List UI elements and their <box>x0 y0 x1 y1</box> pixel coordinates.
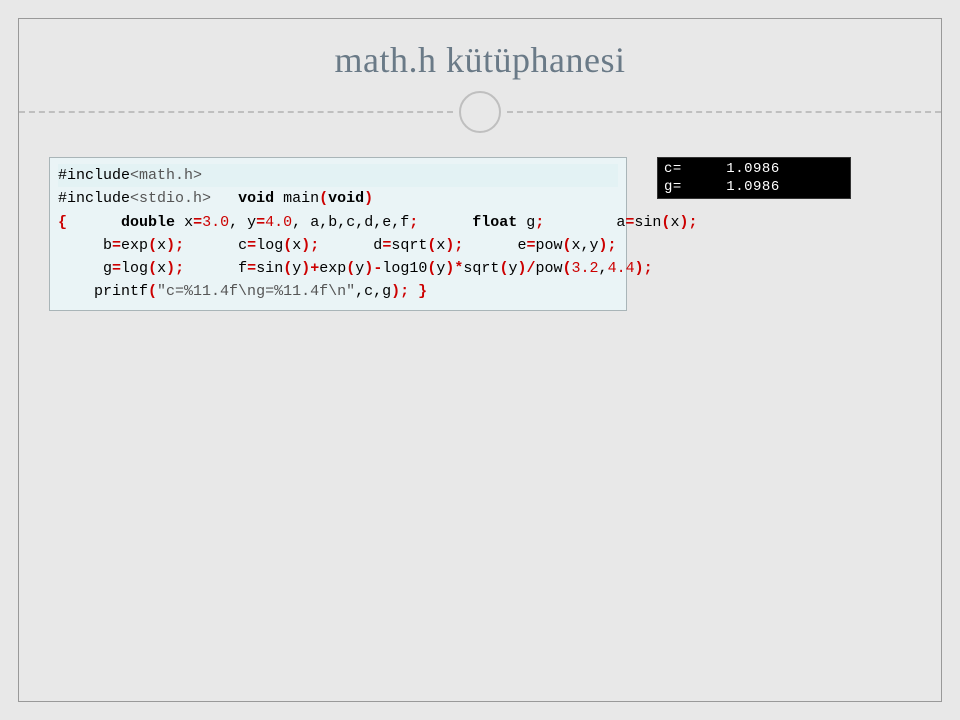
code-line-sig: void main(void) <box>238 190 373 207</box>
dashes-right <box>507 111 941 113</box>
code-a: a=sin(x); <box>571 214 697 231</box>
slide-title: math.h kütüphanesi <box>19 39 941 81</box>
dashes-left <box>19 111 453 113</box>
code-b: b=exp(x); <box>58 237 184 254</box>
code-box: #include<math.h> #include<stdio.h> void … <box>49 157 627 311</box>
code-d: d=sqrt(x); <box>328 237 463 254</box>
content-area: #include<math.h> #include<stdio.h> void … <box>19 133 941 311</box>
console-line-1: c= 1.0986 <box>664 161 780 177</box>
code-brace-open: { <box>58 214 67 231</box>
code-line-1: #include<math.h> <box>58 164 618 187</box>
code-f: f=sin(y)+exp(y)-log10(y)*sqrt(y)/pow(3.2… <box>193 260 652 277</box>
code-decl-1: double x=3.0, y=4.0, a,b,c,d,e,f; <box>76 214 418 231</box>
code-brace-close: } <box>418 283 427 300</box>
code-e: e=pow(x,y); <box>472 237 616 254</box>
console-output: c= 1.0986 g= 1.0986 <box>657 157 851 199</box>
code-blank-1 <box>220 190 229 207</box>
code-g: g=log(x); <box>58 260 184 277</box>
separator-row <box>19 91 941 133</box>
code-c: c=log(x); <box>193 237 319 254</box>
code-blank-2 <box>553 214 562 231</box>
slide-frame: math.h kütüphanesi #include<math.h> #inc… <box>18 18 942 702</box>
code-line-2: #include<stdio.h> <box>58 190 211 207</box>
console-line-2: g= 1.0986 <box>664 179 780 195</box>
code-printf: printf("c=%11.4f\ng=%11.4f\n",c,g); <box>58 283 409 300</box>
code-decl-2: float g; <box>427 214 544 231</box>
circle-ornament <box>459 91 501 133</box>
